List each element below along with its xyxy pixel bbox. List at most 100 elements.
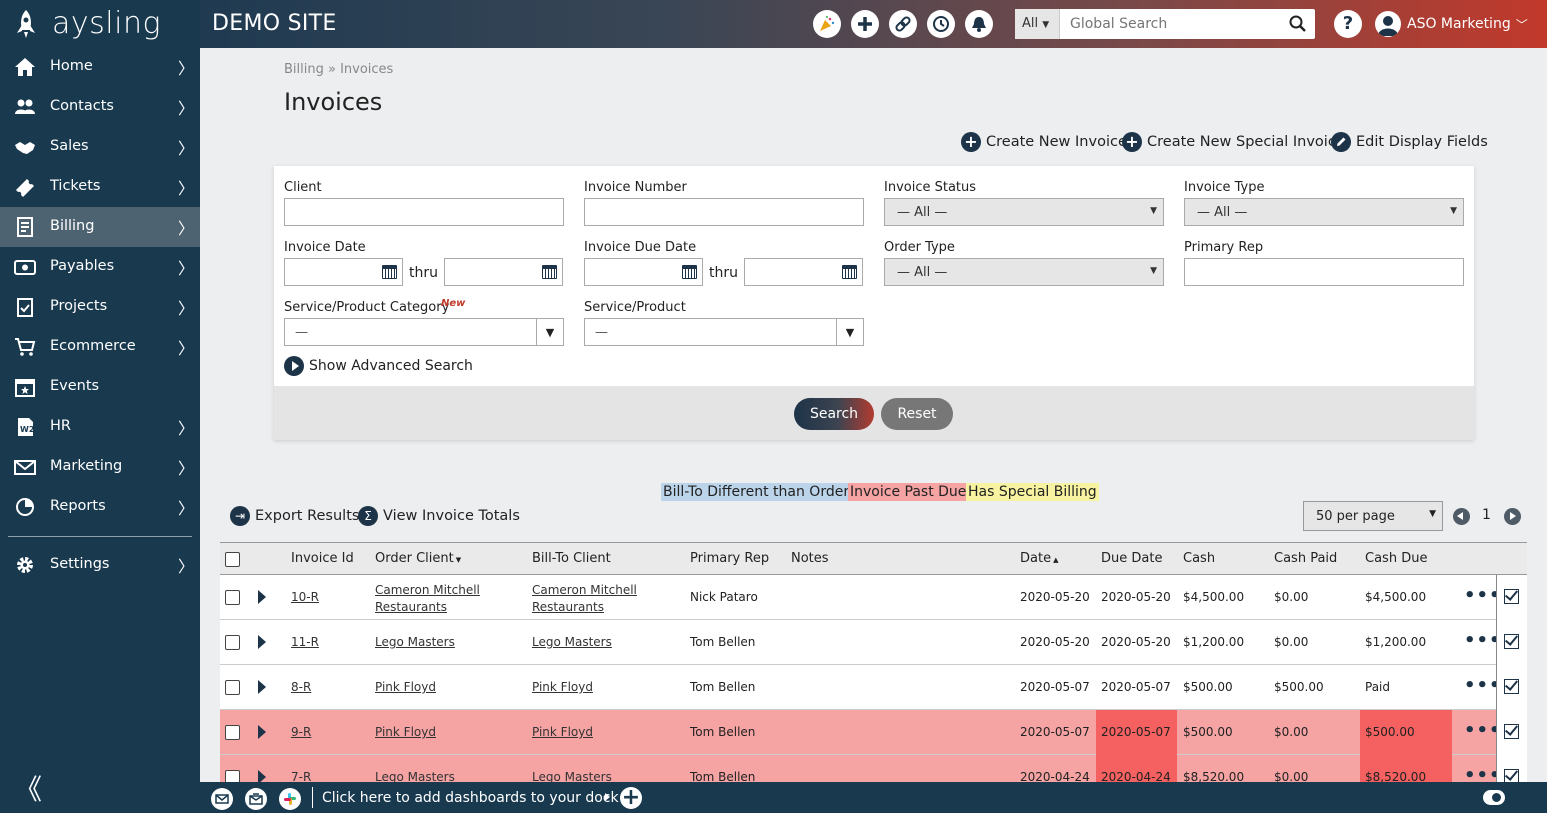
invoice-date-to-input[interactable] bbox=[444, 258, 563, 286]
due-date-to-input[interactable] bbox=[744, 258, 863, 286]
view-invoice-totals-button[interactable]: Σ View Invoice Totals bbox=[358, 506, 520, 526]
client-input[interactable] bbox=[284, 198, 564, 226]
row-approve-checkbox[interactable] bbox=[1496, 620, 1527, 665]
invoice-status-select[interactable]: — All — ▼ bbox=[884, 198, 1164, 226]
expand-row-icon[interactable] bbox=[258, 770, 266, 782]
mail-open-icon[interactable] bbox=[245, 788, 267, 810]
add-dashboard-icon[interactable]: + bbox=[620, 787, 642, 809]
header-date[interactable]: Date ▲ bbox=[1020, 551, 1058, 566]
mail-icon[interactable] bbox=[211, 788, 233, 810]
service-product-select[interactable]: — ▼ bbox=[584, 318, 864, 346]
sidebar-item-ecommerce[interactable]: Ecommerce 〉 bbox=[0, 327, 200, 367]
bill-to-client-link[interactable]: Lego Masters bbox=[532, 635, 612, 649]
service-category-select[interactable]: — ▼ bbox=[284, 318, 564, 346]
table-row[interactable]: 11-R Lego Masters Lego Masters Tom Belle… bbox=[220, 620, 1527, 665]
order-client-link[interactable]: Lego Masters bbox=[375, 770, 455, 782]
collapse-sidebar-icon[interactable]: 《 bbox=[14, 768, 42, 808]
header-cash-due[interactable]: Cash Due bbox=[1365, 551, 1427, 566]
bill-to-client-link[interactable]: Lego Masters bbox=[532, 770, 612, 782]
sidebar-item-tickets[interactable]: Tickets 〉 bbox=[0, 167, 200, 207]
row-approve-checkbox[interactable] bbox=[1496, 575, 1527, 620]
sidebar-item-contacts[interactable]: Contacts 〉 bbox=[0, 87, 200, 127]
sidebar-item-marketing[interactable]: Marketing 〉 bbox=[0, 447, 200, 487]
row-approve-checkbox[interactable] bbox=[1496, 710, 1527, 755]
expand-row-icon[interactable] bbox=[258, 725, 266, 739]
row-checkbox[interactable] bbox=[225, 680, 240, 695]
order-client-link[interactable]: Lego Masters bbox=[375, 635, 455, 649]
invoice-id-link[interactable]: 8-R bbox=[291, 680, 311, 694]
sidebar-item-payables[interactable]: Payables 〉 bbox=[0, 247, 200, 287]
sidebar-item-sales[interactable]: Sales 〉 bbox=[0, 127, 200, 167]
show-advanced-search-link[interactable]: Show Advanced Search bbox=[284, 356, 473, 376]
row-checkbox[interactable] bbox=[225, 635, 240, 650]
header-notes[interactable]: Notes bbox=[791, 551, 829, 566]
user-menu[interactable]: ASO Marketing ﹀ bbox=[1375, 10, 1528, 38]
header-primary-rep[interactable]: Primary Rep bbox=[690, 551, 769, 566]
row-checkbox[interactable] bbox=[225, 770, 240, 782]
bell-icon[interactable] bbox=[965, 10, 993, 38]
bill-to-client-link[interactable]: Cameron Mitchell Restaurants bbox=[532, 582, 647, 616]
per-page-select[interactable]: 50 per page ▼ bbox=[1303, 501, 1443, 531]
global-search-input[interactable] bbox=[1063, 12, 1283, 36]
previous-page-icon[interactable] bbox=[1453, 508, 1470, 525]
help-button[interactable]: ? bbox=[1334, 10, 1362, 38]
sidebar-item-hr[interactable]: W2 HR 〉 bbox=[0, 407, 200, 447]
primary-rep-input[interactable] bbox=[1184, 258, 1464, 286]
table-row[interactable]: 9-R Pink Floyd Pink Floyd Tom Bellen 202… bbox=[220, 710, 1527, 755]
order-client-link[interactable]: Pink Floyd bbox=[375, 725, 436, 739]
expand-row-icon[interactable] bbox=[258, 680, 266, 694]
toggle-icon[interactable] bbox=[1483, 790, 1505, 805]
sidebar-item-projects[interactable]: Projects 〉 bbox=[0, 287, 200, 327]
sidebar-item-home[interactable]: Home 〉 bbox=[0, 47, 200, 87]
row-checkbox[interactable] bbox=[225, 725, 240, 740]
link-icon[interactable] bbox=[889, 10, 917, 38]
invoice-number-input[interactable] bbox=[584, 198, 864, 226]
row-checkbox[interactable] bbox=[225, 590, 240, 605]
slack-icon[interactable] bbox=[279, 788, 301, 810]
history-icon[interactable] bbox=[927, 10, 955, 38]
calendar-icon[interactable] bbox=[682, 265, 697, 279]
create-invoice-button[interactable]: + Create New Invoice bbox=[961, 132, 1127, 152]
sidebar-item-reports[interactable]: Reports 〉 bbox=[0, 487, 200, 527]
search-scope-select[interactable]: All ▼ bbox=[1015, 9, 1060, 39]
order-type-select[interactable]: — All — ▼ bbox=[884, 258, 1164, 286]
party-icon[interactable] bbox=[813, 10, 841, 38]
reset-button[interactable]: Reset bbox=[881, 398, 953, 430]
table-row[interactable]: 7-R Lego Masters Lego Masters Tom Bellen… bbox=[220, 755, 1527, 782]
app-logo[interactable]: aysling bbox=[0, 0, 200, 48]
breadcrumb[interactable]: Billing » Invoices bbox=[284, 62, 393, 77]
invoice-type-select[interactable]: — All — ▼ bbox=[1184, 198, 1464, 226]
order-client-link[interactable]: Cameron Mitchell Restaurants bbox=[375, 582, 490, 616]
invoice-id-link[interactable]: 10-R bbox=[291, 590, 319, 604]
expand-row-icon[interactable] bbox=[258, 635, 266, 649]
row-approve-checkbox[interactable] bbox=[1496, 755, 1527, 782]
invoice-date-from-input[interactable] bbox=[284, 258, 403, 286]
export-results-button[interactable]: ⇥ Export Results bbox=[230, 506, 359, 526]
header-invoice-id[interactable]: Invoice Id bbox=[291, 551, 354, 566]
table-row[interactable]: 8-R Pink Floyd Pink Floyd Tom Bellen 202… bbox=[220, 665, 1527, 710]
add-dashboard-prompt[interactable]: Click here to add dashboards to your doc… bbox=[322, 790, 619, 806]
bill-to-client-link[interactable]: Pink Floyd bbox=[532, 680, 593, 694]
order-client-link[interactable]: Pink Floyd bbox=[375, 680, 436, 694]
table-row[interactable]: 10-R Cameron Mitchell Restaurants Camero… bbox=[220, 575, 1527, 620]
select-all-checkbox[interactable] bbox=[225, 552, 240, 567]
next-page-icon[interactable] bbox=[1504, 508, 1521, 525]
due-date-from-input[interactable] bbox=[584, 258, 703, 286]
header-cash[interactable]: Cash bbox=[1183, 551, 1215, 566]
add-icon[interactable] bbox=[851, 10, 879, 38]
header-due-date[interactable]: Due Date bbox=[1101, 551, 1162, 566]
calendar-icon[interactable] bbox=[542, 265, 557, 279]
calendar-icon[interactable] bbox=[382, 265, 397, 279]
invoice-id-link[interactable]: 9-R bbox=[291, 725, 311, 739]
header-bill-to-client[interactable]: Bill-To Client bbox=[532, 551, 611, 566]
row-approve-checkbox[interactable] bbox=[1496, 665, 1527, 710]
create-special-invoice-button[interactable]: + Create New Special Invoice bbox=[1122, 132, 1345, 152]
edit-display-fields-button[interactable]: Edit Display Fields bbox=[1331, 132, 1488, 152]
sidebar-item-settings[interactable]: Settings 〉 bbox=[0, 545, 200, 585]
search-icon[interactable] bbox=[1289, 15, 1307, 33]
expand-row-icon[interactable] bbox=[258, 590, 266, 604]
header-cash-paid[interactable]: Cash Paid bbox=[1274, 551, 1337, 566]
bill-to-client-link[interactable]: Pink Floyd bbox=[532, 725, 593, 739]
calendar-icon[interactable] bbox=[842, 265, 857, 279]
invoice-id-link[interactable]: 11-R bbox=[291, 635, 319, 649]
